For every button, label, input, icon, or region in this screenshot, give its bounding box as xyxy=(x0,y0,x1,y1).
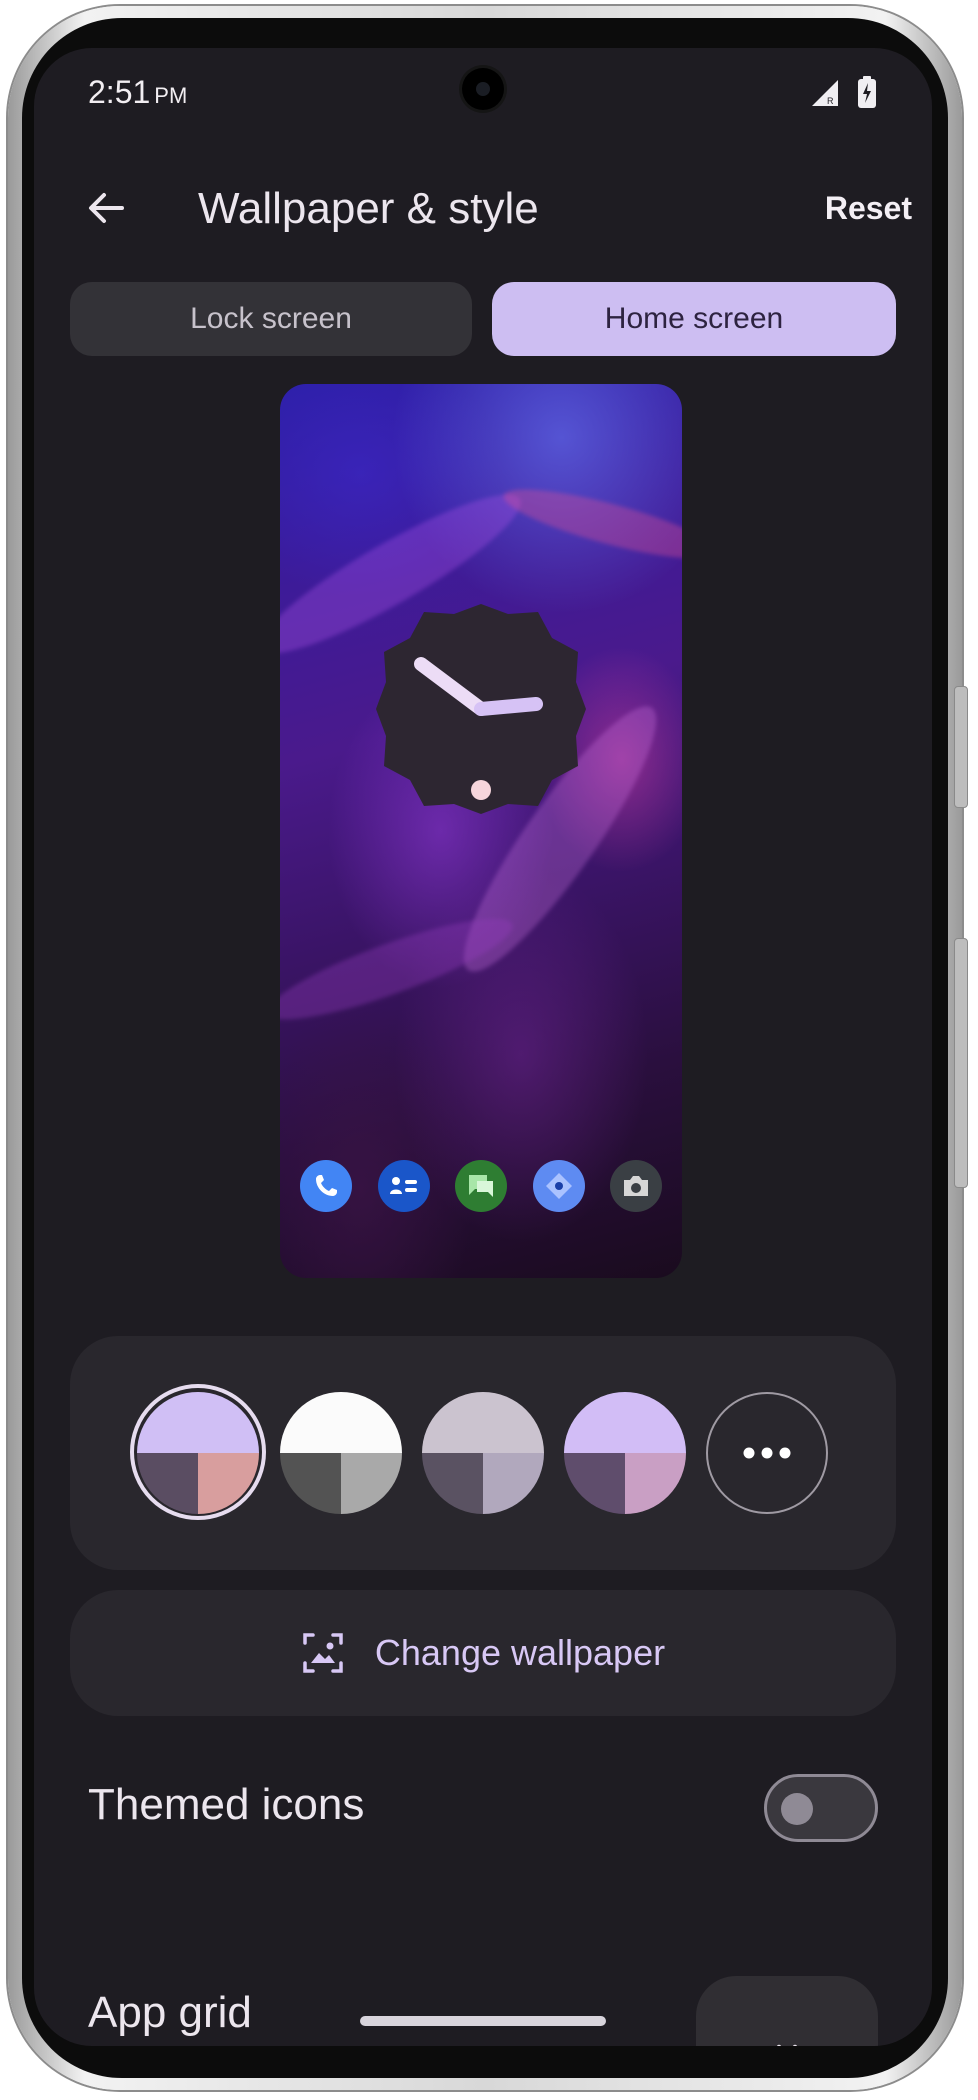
power-button xyxy=(954,938,968,1188)
themed-icons-toggle[interactable] xyxy=(764,1774,878,1842)
status-time: 2:51 PM xyxy=(88,74,188,110)
change-wallpaper-label: Change wallpaper xyxy=(374,1632,666,1673)
wallpaper-streak xyxy=(280,901,521,1037)
screen: 2:51 PM R Wallpaper & style Reset Lock sc… xyxy=(34,48,932,2046)
tab-lock-screen[interactable]: Lock screen xyxy=(70,282,472,356)
more-colors-button[interactable] xyxy=(706,1392,828,1514)
themed-icons-label: Themed icons xyxy=(88,1780,365,1829)
volume-button xyxy=(954,686,968,808)
color-options-panel xyxy=(70,1336,896,1570)
grid-hash-icon xyxy=(776,2044,798,2046)
color-option-1[interactable] xyxy=(137,1392,259,1514)
status-bar: 2:51 PM R xyxy=(34,48,932,148)
home-screen-preview[interactable] xyxy=(280,384,682,1278)
maps-app-icon xyxy=(532,1160,585,1212)
gesture-handle[interactable] xyxy=(360,2016,606,2026)
signal-icon: R xyxy=(812,80,838,106)
front-camera xyxy=(462,68,504,110)
back-button[interactable] xyxy=(76,178,136,238)
phone-app-icon xyxy=(300,1160,352,1212)
app-grid-row[interactable]: App grid 5x5 xyxy=(88,1976,878,2046)
contacts-app-icon xyxy=(377,1160,430,1212)
wallpaper-streak xyxy=(498,476,682,572)
battery-charging-icon xyxy=(858,76,876,108)
app-grid-label: App grid xyxy=(88,1988,252,2037)
app-grid-tile[interactable] xyxy=(696,1976,878,2046)
tab-home-screen[interactable]: Home screen xyxy=(492,282,896,356)
screen-tabs: Lock screen Home screen xyxy=(70,282,896,356)
back-arrow-icon xyxy=(89,193,124,223)
themed-icons-row[interactable]: Themed icons xyxy=(88,1770,878,1850)
toggle-knob xyxy=(781,1793,813,1825)
messages-app-icon xyxy=(455,1160,507,1212)
camera-app-icon xyxy=(610,1160,662,1212)
color-option-4[interactable] xyxy=(564,1392,686,1514)
page-title: Wallpaper & style xyxy=(198,184,539,233)
color-option-3[interactable] xyxy=(422,1392,544,1514)
wallpaper-icon xyxy=(303,1633,343,1673)
more-horiz-icon xyxy=(743,1447,791,1459)
preview-dock xyxy=(300,1160,662,1212)
change-wallpaper-button[interactable]: Change wallpaper xyxy=(70,1590,896,1716)
top-app-bar: Wallpaper & style Reset xyxy=(34,168,932,248)
reset-button[interactable]: Reset xyxy=(825,190,912,227)
clock-widget xyxy=(376,604,586,814)
color-option-2[interactable] xyxy=(280,1392,402,1514)
svg-text:R: R xyxy=(827,96,834,106)
